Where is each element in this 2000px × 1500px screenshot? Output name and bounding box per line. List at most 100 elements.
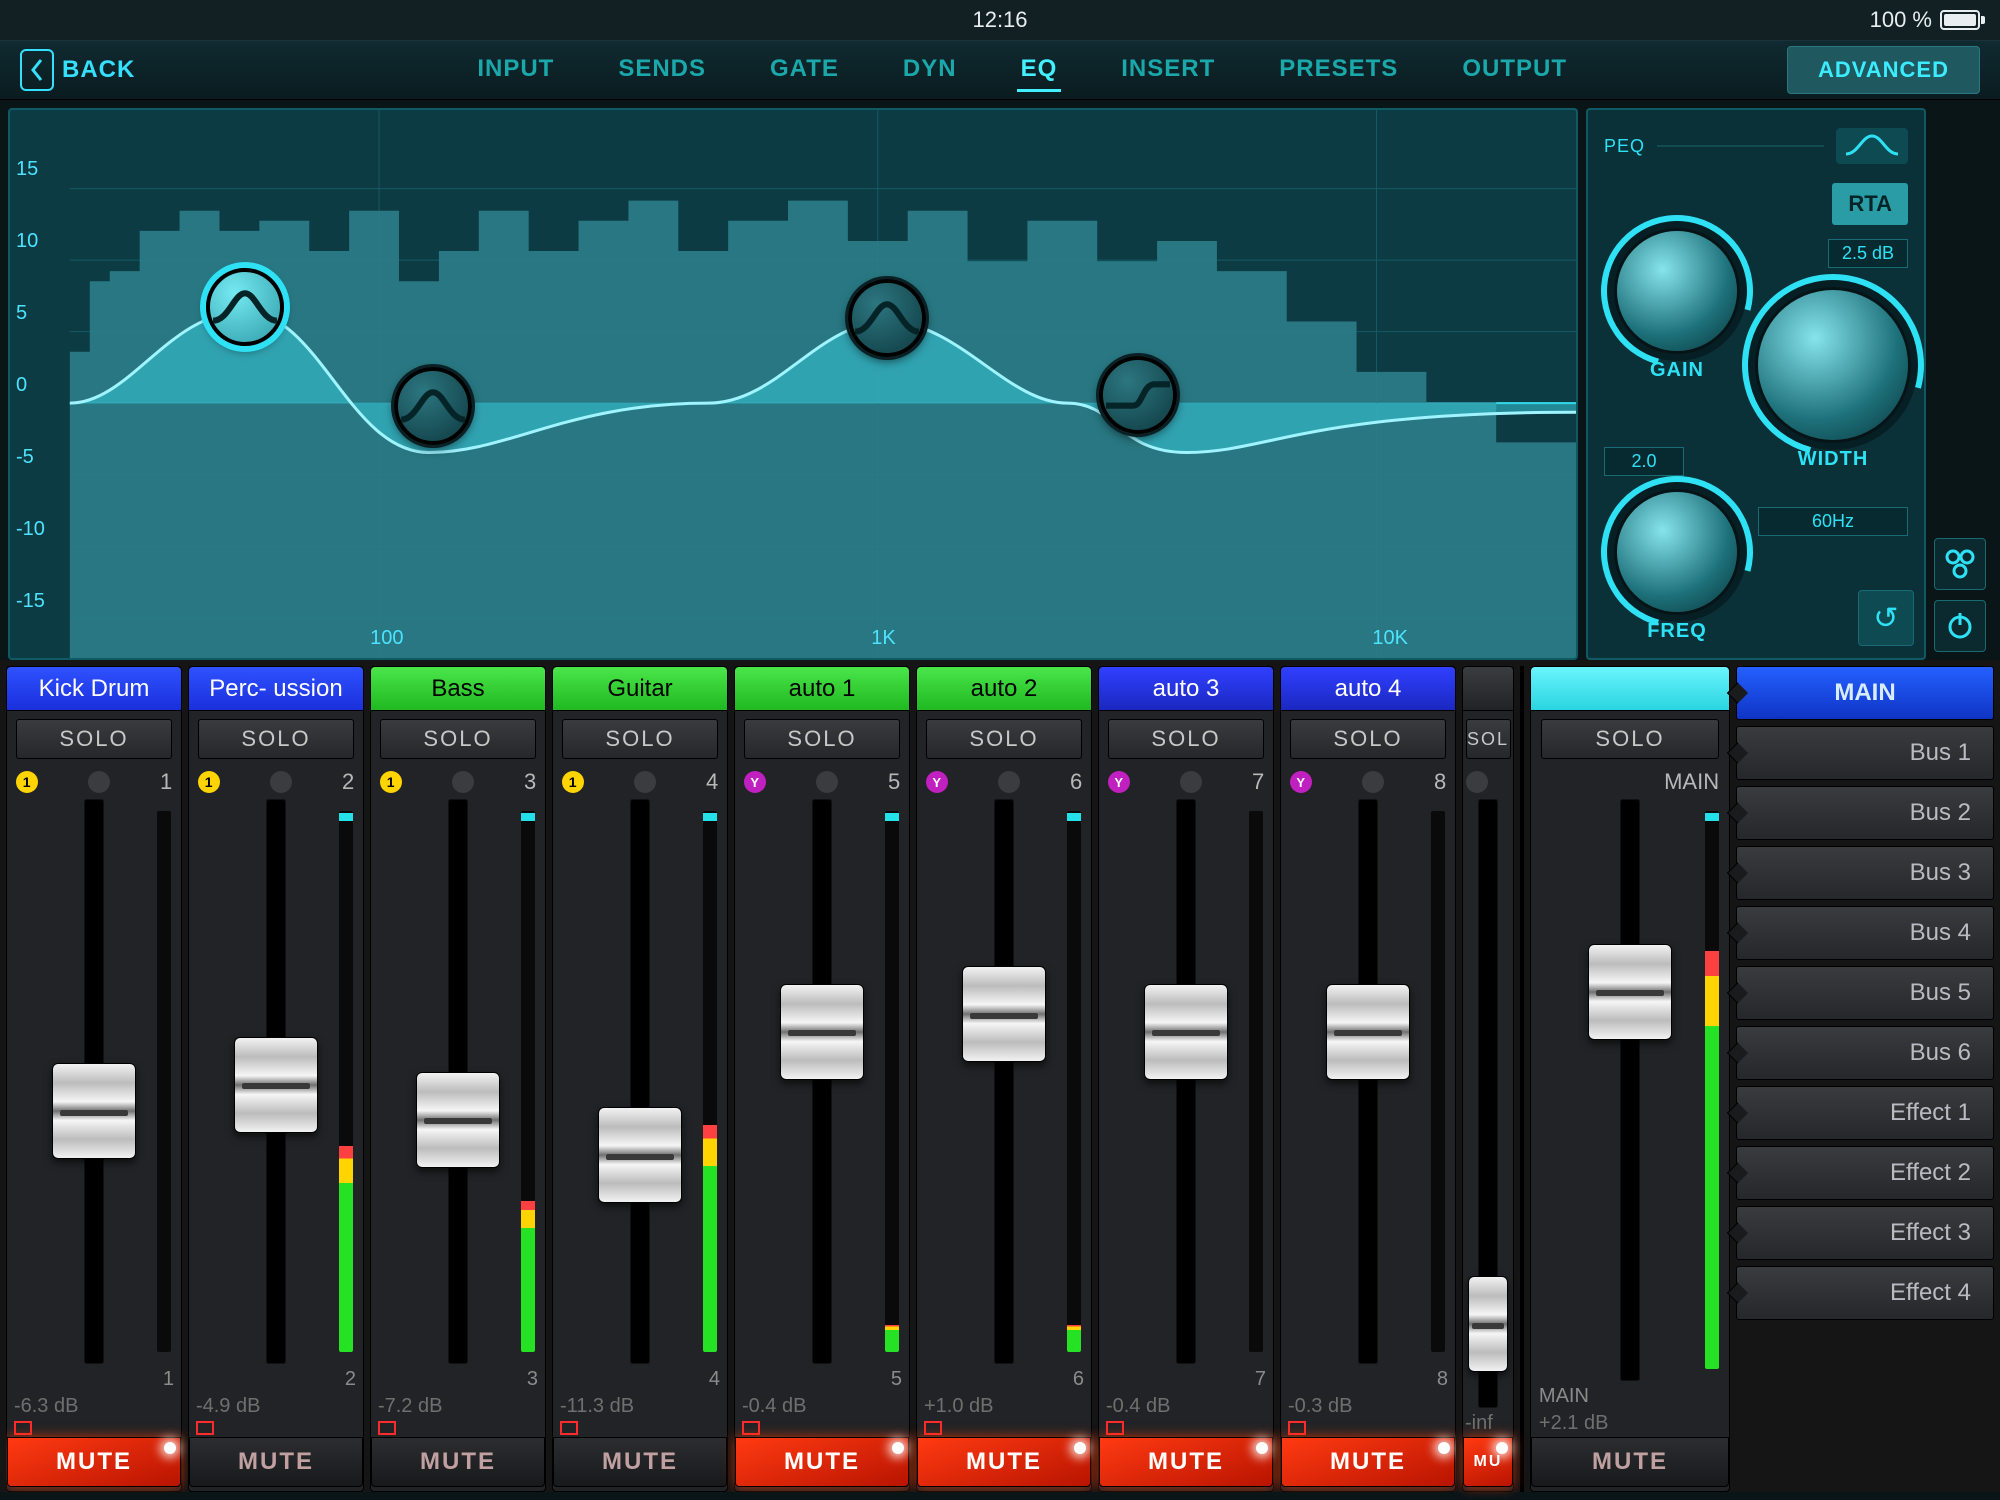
fader[interactable] <box>1099 799 1273 1364</box>
tab-sends[interactable]: SENDS <box>614 49 710 92</box>
solo-button[interactable]: SOL <box>1466 719 1511 759</box>
fader-cap[interactable] <box>1144 984 1228 1080</box>
record-arm[interactable] <box>1288 1421 1306 1435</box>
bus-effect-1[interactable]: Effect 1 <box>1736 1086 1994 1140</box>
routing-dot[interactable]: 1 <box>198 771 220 793</box>
fader[interactable] <box>1531 799 1729 1381</box>
mute-button[interactable]: MUTE <box>553 1437 727 1487</box>
fader[interactable] <box>1281 799 1455 1364</box>
fader-cap[interactable] <box>962 966 1046 1062</box>
fader-cap[interactable] <box>1326 984 1410 1080</box>
solo-button[interactable]: SOLO <box>1108 719 1265 759</box>
routing-dot[interactable]: Y <box>1290 771 1312 793</box>
channel-name[interactable]: auto 2 <box>917 667 1091 711</box>
fader[interactable] <box>917 799 1091 1364</box>
mute-button[interactable]: MUTE <box>917 1437 1091 1487</box>
bus-bus-4[interactable]: Bus 4 <box>1736 906 1994 960</box>
routing-dot[interactable]: Y <box>1108 771 1130 793</box>
channel-3[interactable]: BassSOLO133-7.2 dBMUTE <box>370 666 546 1492</box>
solo-button[interactable]: SOLO <box>1541 719 1719 759</box>
mute-button[interactable]: MUTE <box>189 1437 363 1487</box>
fader-cap[interactable] <box>1468 1276 1508 1372</box>
fader[interactable] <box>371 799 545 1364</box>
fader-cap[interactable] <box>52 1063 136 1159</box>
routing-dot[interactable]: 1 <box>380 771 402 793</box>
solo-button[interactable]: SOLO <box>926 719 1083 759</box>
channel-5[interactable]: auto 1SOLOY55-0.4 dBMUTE <box>734 666 910 1492</box>
bus-effect-3[interactable]: Effect 3 <box>1736 1206 1994 1260</box>
fader-cap[interactable] <box>780 984 864 1080</box>
tab-presets[interactable]: PRESETS <box>1275 49 1402 92</box>
tab-gate[interactable]: GATE <box>766 49 843 92</box>
record-arm[interactable] <box>924 1421 942 1435</box>
eq-band-handle-2[interactable] <box>394 367 472 445</box>
channel-7[interactable]: auto 3SOLOY77-0.4 dBMUTE <box>1098 666 1274 1492</box>
fader-cap[interactable] <box>1588 944 1672 1040</box>
fader-cap[interactable] <box>416 1072 500 1168</box>
solo-button[interactable]: SOLO <box>562 719 719 759</box>
eq-band-handle-1[interactable] <box>206 268 284 346</box>
record-arm[interactable] <box>378 1421 396 1435</box>
back-button[interactable]: BACK <box>20 49 135 91</box>
channel-name[interactable]: auto 3 <box>1099 667 1273 711</box>
width-knob[interactable] <box>1758 290 1908 440</box>
mute-button[interactable]: MU <box>1463 1437 1513 1487</box>
channel-name[interactable] <box>1463 667 1513 711</box>
routing-dot[interactable]: Y <box>926 771 948 793</box>
reset-button[interactable]: ↺ <box>1858 590 1914 646</box>
bus-bus-3[interactable]: Bus 3 <box>1736 846 1994 900</box>
record-arm[interactable] <box>1106 1421 1124 1435</box>
tab-eq[interactable]: EQ <box>1017 49 1062 92</box>
main-channel[interactable]: SOLO MAIN MAIN +2.1 dB MUTE <box>1530 666 1730 1492</box>
tab-insert[interactable]: INSERT <box>1117 49 1219 92</box>
tab-input[interactable]: INPUT <box>473 49 558 92</box>
fader[interactable] <box>7 799 181 1364</box>
eq-band-handle-4[interactable] <box>1099 356 1177 434</box>
solo-button[interactable]: SOLO <box>198 719 355 759</box>
tab-dyn[interactable]: DYN <box>899 49 961 92</box>
record-arm[interactable] <box>196 1421 214 1435</box>
channel-1[interactable]: Kick DrumSOLO111-6.3 dBMUTE <box>6 666 182 1492</box>
overview-icon[interactable] <box>1934 538 1986 590</box>
mute-button[interactable]: MUTE <box>371 1437 545 1487</box>
record-arm[interactable] <box>14 1421 32 1435</box>
solo-button[interactable]: SOLO <box>380 719 537 759</box>
bus-bus-6[interactable]: Bus 6 <box>1736 1026 1994 1080</box>
freq-knob[interactable] <box>1617 492 1737 612</box>
bus-main[interactable]: MAIN <box>1736 666 1994 720</box>
mute-button[interactable]: MUTE <box>1531 1437 1729 1487</box>
gain-knob[interactable] <box>1617 231 1737 351</box>
channel-6[interactable]: auto 2SOLOY66+1.0 dBMUTE <box>916 666 1092 1492</box>
bus-effect-2[interactable]: Effect 2 <box>1736 1146 1994 1200</box>
routing-dot[interactable]: Y <box>744 771 766 793</box>
routing-dot[interactable]: 1 <box>16 771 38 793</box>
fader[interactable] <box>189 799 363 1364</box>
routing-dot[interactable]: 1 <box>562 771 584 793</box>
mute-button[interactable]: MUTE <box>1099 1437 1273 1487</box>
channel-name[interactable]: auto 1 <box>735 667 909 711</box>
advanced-button[interactable]: ADVANCED <box>1787 46 1980 94</box>
fader-cap[interactable] <box>598 1107 682 1203</box>
eq-band-handle-3[interactable] <box>848 279 926 357</box>
bell-curve-icon[interactable] <box>1836 128 1908 164</box>
channel-8[interactable]: auto 4SOLOY88-0.3 dBMUTE <box>1280 666 1456 1492</box>
mute-button[interactable]: MUTE <box>735 1437 909 1487</box>
solo-button[interactable]: SOLO <box>744 719 901 759</box>
solo-button[interactable]: SOLO <box>1290 719 1447 759</box>
bus-bus-5[interactable]: Bus 5 <box>1736 966 1994 1020</box>
rta-button[interactable]: RTA <box>1832 183 1908 225</box>
solo-button[interactable]: SOLO <box>16 719 173 759</box>
mute-button[interactable]: MUTE <box>1281 1437 1455 1487</box>
channel-name[interactable]: Bass <box>371 667 545 711</box>
fader[interactable] <box>553 799 727 1364</box>
eq-graph[interactable]: 151050-5-10-15 100 1K 10K <box>8 108 1578 660</box>
fader-cap[interactable] <box>234 1037 318 1133</box>
channel-name[interactable]: auto 4 <box>1281 667 1455 711</box>
channel-name[interactable] <box>1531 667 1729 711</box>
channel-name[interactable]: Guitar <box>553 667 727 711</box>
tab-output[interactable]: OUTPUT <box>1458 49 1571 92</box>
record-arm[interactable] <box>742 1421 760 1435</box>
channel-4[interactable]: GuitarSOLO144-11.3 dBMUTE <box>552 666 728 1492</box>
fader[interactable] <box>735 799 909 1364</box>
channel-name[interactable]: Kick Drum <box>7 667 181 711</box>
